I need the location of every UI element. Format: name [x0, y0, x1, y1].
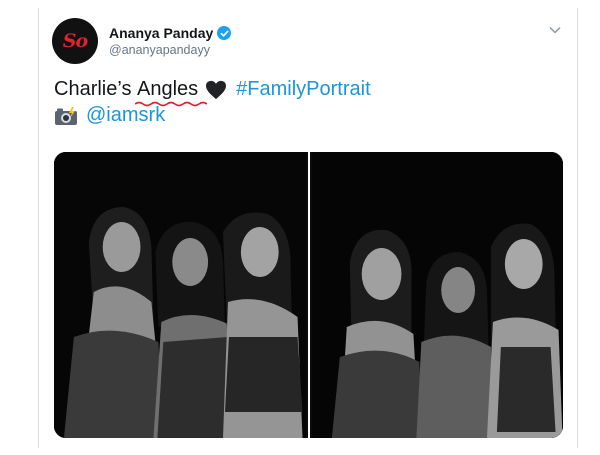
- avatar-logo: So: [62, 30, 88, 52]
- misspelled-word: Angles: [135, 78, 207, 107]
- display-name-row[interactable]: Ananya Panday: [109, 25, 232, 41]
- photo-left[interactable]: [54, 152, 306, 438]
- photo-right-image: [311, 152, 563, 438]
- mention-link[interactable]: @iamsrk: [86, 104, 165, 127]
- black-heart-icon: [206, 80, 227, 99]
- verified-badge-icon: [217, 26, 232, 40]
- chevron-down-icon[interactable]: [548, 23, 562, 37]
- hashtag-link[interactable]: #FamilyPortrait: [236, 78, 370, 101]
- photo-divider: [307, 152, 310, 438]
- photo-left-image: [54, 152, 306, 438]
- camera-with-flash-icon: [55, 106, 77, 125]
- misspelled-word-text: Angles: [137, 78, 199, 100]
- media-grid[interactable]: [54, 152, 563, 438]
- avatar[interactable]: So: [52, 18, 98, 64]
- tweet-text-part: Charlie’s: [54, 78, 137, 100]
- photo-right[interactable]: [311, 152, 563, 438]
- display-name[interactable]: Ananya Panday: [109, 25, 213, 41]
- user-handle[interactable]: @ananyapandayy: [109, 43, 210, 57]
- tweet-text: Charlie’s Angles #FamilyPortrait: [54, 78, 371, 107]
- tweet-text-line-2: @iamsrk: [54, 104, 165, 127]
